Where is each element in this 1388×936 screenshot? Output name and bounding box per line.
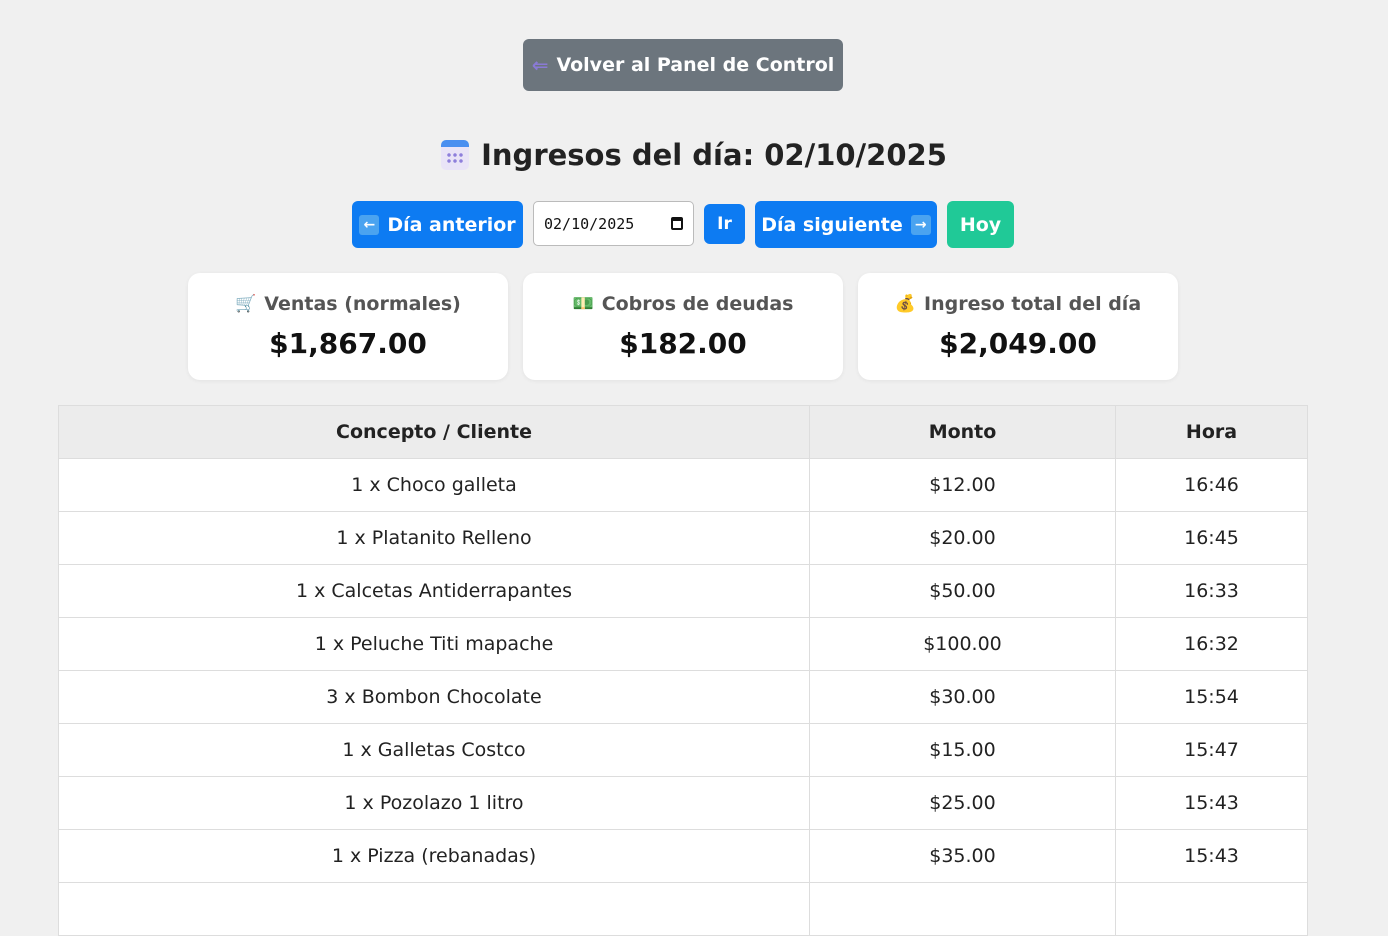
next-day-button[interactable]: Día siguiente → [755,201,937,248]
go-button-label: Ir [717,214,732,234]
column-header-time: Hora [1115,405,1308,459]
back-arrow-icon: ⇐ [531,53,549,77]
table-row: 1 x Choco galleta $12.00 16:46 [58,458,1308,512]
page-title: Ingresos del día: 02/10/2025 [0,138,1388,172]
debt-card-label-row: 💵 Cobros de deudas [523,293,843,315]
debt-collections-card: 💵 Cobros de deudas $182.00 [523,273,843,380]
table-row: 1 x Peluche Titi mapache $100.00 16:32 [58,617,1308,671]
calendar-picker-icon[interactable] [671,217,683,230]
table-header-row: Concepto / Cliente Monto Hora [58,405,1308,459]
go-button[interactable]: Ir [704,204,745,244]
concept-cell: 1 x Calcetas Antiderrapantes [58,564,810,618]
calendar-icon [441,140,470,170]
amount-cell: $30.00 [809,670,1116,724]
time-cell: 16:32 [1115,617,1308,671]
time-cell: 15:43 [1115,829,1308,883]
column-header-concept: Concepto / Cliente [58,405,810,459]
concept-cell: 3 x Bombon Chocolate [58,670,810,724]
time-cell: 16:46 [1115,458,1308,512]
table-row [58,882,1308,936]
today-button[interactable]: Hoy [947,201,1014,248]
table-row: 1 x Platanito Relleno $20.00 16:45 [58,511,1308,565]
sales-card-value: $1,867.00 [269,327,427,360]
amount-cell: $25.00 [809,776,1116,830]
concept-cell: 1 x Pizza (rebanadas) [58,829,810,883]
right-arrow-icon: → [910,214,931,235]
amount-cell: $100.00 [809,617,1116,671]
concept-cell: 1 x Platanito Relleno [58,511,810,565]
debt-card-label: Cobros de deudas [601,293,794,315]
sales-card-label-row: 🛒 Ventas (normales) [188,293,508,315]
time-cell: 16:45 [1115,511,1308,565]
concept-cell: 1 x Choco galleta [58,458,810,512]
amount-cell: $50.00 [809,564,1116,618]
next-day-label: Día siguiente [761,213,903,236]
amount-cell: $12.00 [809,458,1116,512]
concept-cell [58,882,810,936]
total-income-card: 💰 Ingreso total del día $2,049.00 [858,273,1178,380]
sales-card-label: Ventas (normales) [264,293,461,315]
amount-cell: $20.00 [809,511,1116,565]
left-arrow-icon: ← [359,214,380,235]
time-cell [1115,882,1308,936]
table-row: 3 x Bombon Chocolate $30.00 15:54 [58,670,1308,724]
sales-card: 🛒 Ventas (normales) $1,867.00 [188,273,508,380]
today-label: Hoy [959,213,1002,236]
table-row: 1 x Pozolazo 1 litro $25.00 15:43 [58,776,1308,830]
page-title-text: Ingresos del día: 02/10/2025 [481,138,947,172]
table-row: 1 x Calcetas Antiderrapantes $50.00 16:3… [58,564,1308,618]
time-cell: 15:43 [1115,776,1308,830]
total-card-value: $2,049.00 [939,327,1097,360]
time-cell: 15:47 [1115,723,1308,777]
time-cell: 16:33 [1115,564,1308,618]
concept-cell: 1 x Peluche Titi mapache [58,617,810,671]
total-card-label-row: 💰 Ingreso total del día [858,293,1178,315]
money-icon: 💵 [572,294,594,314]
back-button-label: Volver al Panel de Control [556,54,835,76]
debt-card-value: $182.00 [619,327,747,360]
amount-cell [809,882,1116,936]
table-row: 1 x Pizza (rebanadas) $35.00 15:43 [58,829,1308,883]
cart-icon: 🛒 [235,294,257,314]
concept-cell: 1 x Galletas Costco [58,723,810,777]
previous-day-button[interactable]: ← Día anterior [352,201,523,248]
concept-cell: 1 x Pozolazo 1 litro [58,776,810,830]
date-input[interactable]: 02/10/2025 [533,201,694,246]
back-to-panel-button[interactable]: ⇐ Volver al Panel de Control [523,39,843,91]
income-table: Concepto / Cliente Monto Hora 1 x Choco … [58,405,1308,936]
time-cell: 15:54 [1115,670,1308,724]
amount-cell: $15.00 [809,723,1116,777]
total-card-label: Ingreso total del día [924,293,1142,315]
table-row: 1 x Galletas Costco $15.00 15:47 [58,723,1308,777]
amount-cell: $35.00 [809,829,1116,883]
previous-day-label: Día anterior [387,213,516,236]
date-input-value: 02/10/2025 [544,214,635,233]
money-bag-icon: 💰 [894,294,916,314]
column-header-amount: Monto [809,405,1116,459]
